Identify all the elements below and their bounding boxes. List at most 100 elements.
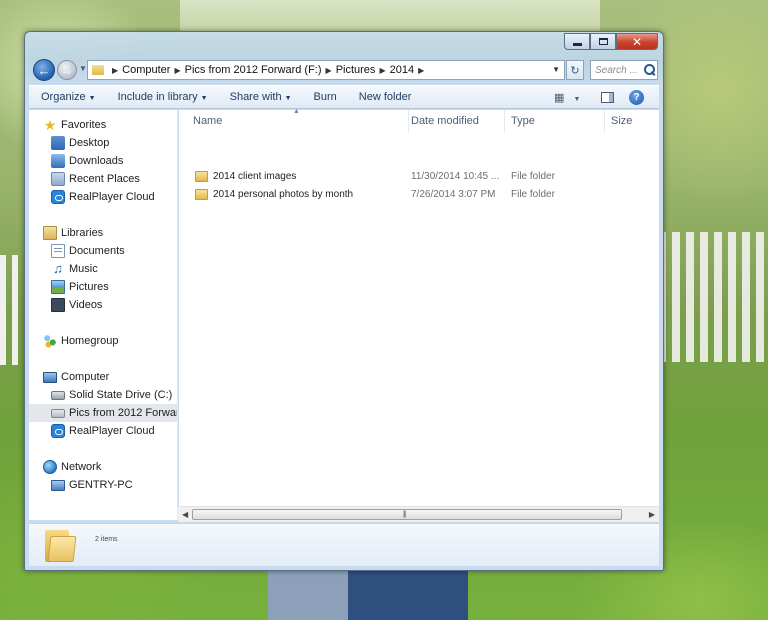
explorer-window: ✕ ← → ▼ ▶ Computer ▶ Pics from 2012 Forw… xyxy=(24,31,664,571)
chevron-right-icon[interactable]: ▶ xyxy=(326,66,332,75)
organize-label: Organize xyxy=(41,91,86,103)
background-fence xyxy=(658,232,768,362)
maximize-icon xyxy=(598,38,608,45)
recent-places-icon xyxy=(51,172,65,186)
sidebar-item-videos[interactable]: Videos xyxy=(51,296,102,314)
sidebar-item-homegroup[interactable]: Homegroup xyxy=(43,332,118,350)
refresh-button[interactable]: ↻ xyxy=(566,60,584,80)
sidebar-item-pictures[interactable]: Pictures xyxy=(51,278,109,296)
column-type[interactable]: Type xyxy=(505,110,605,132)
sidebar-item-gentry-pc[interactable]: GENTRY-PC xyxy=(51,476,133,494)
address-bar[interactable]: ▶ Computer ▶ Pics from 2012 Forward (F:)… xyxy=(87,60,565,80)
arrow-right-icon: → xyxy=(61,63,73,77)
close-icon: ✕ xyxy=(631,34,643,49)
burn-button[interactable]: Burn xyxy=(314,91,337,103)
sidebar-item-label: Documents xyxy=(69,245,125,257)
file-list: ▲ Name Date modified Type Size 2014 clie… xyxy=(179,108,659,520)
file-date-modified: 7/26/2014 3:07 PM xyxy=(411,188,496,200)
sidebar-item-desktop[interactable]: Desktop xyxy=(51,134,109,152)
include-in-library-label: Include in library xyxy=(117,91,198,103)
breadcrumb-2014[interactable]: 2014 xyxy=(390,64,414,76)
drive-icon xyxy=(51,390,65,400)
new-folder-button[interactable]: New folder xyxy=(359,91,412,103)
folder-icon xyxy=(45,528,77,563)
preview-pane-button[interactable] xyxy=(601,92,614,103)
minimize-button[interactable] xyxy=(564,33,590,50)
sidebar-item-label: GENTRY-PC xyxy=(69,479,133,491)
breadcrumb-drive[interactable]: Pics from 2012 Forward (F:) xyxy=(185,64,322,76)
column-size[interactable]: Size xyxy=(605,110,659,132)
sidebar-item-downloads[interactable]: Downloads xyxy=(51,152,123,170)
breadcrumb-pictures[interactable]: Pictures xyxy=(336,64,376,76)
scroll-right-icon[interactable]: ▶ xyxy=(649,510,655,519)
libraries-icon xyxy=(43,226,57,240)
folder-icon xyxy=(195,188,208,200)
grip-icon: ||| xyxy=(403,511,407,518)
folder-icon xyxy=(195,170,208,182)
sidebar-item-label: Videos xyxy=(69,299,103,311)
chevron-down-icon: ▼ xyxy=(284,95,292,102)
sidebar-item-label: RealPlayer Cloud xyxy=(69,191,155,203)
command-bar: Organize ▼ Include in library ▼ Share with… xyxy=(29,85,659,109)
forward-button[interactable]: → xyxy=(57,60,77,80)
change-view-button[interactable]: ▦ ▼ xyxy=(554,91,580,104)
scrollbar-thumb[interactable]: ||| xyxy=(192,509,622,520)
file-row[interactable]: 2014 personal photos by month 7/26/2014 … xyxy=(179,185,649,203)
file-name-cell: 2014 personal photos by month xyxy=(195,185,353,203)
videos-icon xyxy=(51,298,65,312)
computer-icon xyxy=(43,371,57,383)
sidebar-item-recent-places[interactable]: Recent Places xyxy=(51,170,140,188)
sidebar-item-pics-drive[interactable]: Pics from 2012 Forward (F:) xyxy=(29,404,177,422)
scroll-left-icon[interactable]: ◀ xyxy=(182,510,188,519)
sidebar-item-documents[interactable]: Documents xyxy=(51,242,125,260)
sidebar-item-network[interactable]: Network xyxy=(43,458,101,476)
sidebar-item-label: Pictures xyxy=(69,281,109,293)
sidebar-item-label: Downloads xyxy=(69,155,124,167)
sidebar-item-realplayer-cloud[interactable]: RealPlayer Cloud xyxy=(51,188,155,206)
share-with-button[interactable]: Share with ▼ xyxy=(230,91,292,103)
sidebar-item-label: Homegroup xyxy=(61,335,119,347)
search-icon xyxy=(643,63,657,77)
chevron-right-icon[interactable]: ▶ xyxy=(174,66,180,75)
sidebar-item-label: Favorites xyxy=(61,119,107,131)
file-type: File folder xyxy=(511,188,555,200)
address-history-dropdown[interactable]: ▼ xyxy=(552,65,560,74)
views-icon: ▦ xyxy=(554,92,565,104)
organize-button[interactable]: Organize ▼ xyxy=(41,91,96,103)
include-in-library-button[interactable]: Include in library ▼ xyxy=(118,91,208,103)
sidebar-item-computer[interactable]: Computer xyxy=(43,368,109,386)
music-icon: ♫ xyxy=(53,261,63,276)
navigation-pane: ★ Favorites Desktop Downloads Recent Plac… xyxy=(29,110,178,520)
arrow-left-icon: ← xyxy=(37,62,51,78)
file-date-modified: 11/30/2014 10:45 ... xyxy=(411,170,500,182)
search-placeholder: Search ... xyxy=(595,64,638,76)
chevron-right-icon[interactable]: ▶ xyxy=(418,66,424,75)
background-people xyxy=(268,568,468,620)
column-date-modified[interactable]: Date modified xyxy=(405,110,505,132)
file-name-cell: 2014 client images xyxy=(195,167,296,185)
sidebar-item-solid-state-drive[interactable]: Solid State Drive (C:) xyxy=(51,386,172,404)
help-button[interactable]: ? xyxy=(629,90,644,105)
sidebar-item-music[interactable]: ♫ Music xyxy=(51,260,98,278)
sidebar-item-realplayer-cloud-2[interactable]: RealPlayer Cloud xyxy=(51,422,155,440)
chevron-right-icon[interactable]: ▶ xyxy=(112,66,118,75)
sidebar-item-libraries[interactable]: Libraries xyxy=(43,224,103,242)
file-name: 2014 personal photos by month xyxy=(213,188,354,200)
folder-icon xyxy=(92,65,104,75)
pictures-icon xyxy=(51,280,65,294)
file-row[interactable]: 2014 client images 11/30/2014 10:45 ... … xyxy=(179,167,649,185)
breadcrumb-computer[interactable]: Computer xyxy=(122,64,170,76)
column-name[interactable]: Name xyxy=(187,110,409,132)
network-icon xyxy=(43,460,57,474)
search-input[interactable]: Search ... xyxy=(590,60,658,80)
close-button[interactable]: ✕ xyxy=(616,33,658,50)
back-button[interactable]: ← xyxy=(33,59,55,81)
desktop-icon xyxy=(51,136,65,150)
minimize-icon xyxy=(572,43,582,46)
horizontal-scrollbar[interactable]: ◀ ||| ▶ xyxy=(178,506,659,522)
background-trees xyxy=(180,0,600,34)
maximize-button[interactable] xyxy=(590,33,616,50)
chevron-right-icon[interactable]: ▶ xyxy=(379,66,385,75)
recent-pages-dropdown[interactable]: ▼ xyxy=(79,64,87,73)
sidebar-item-favorites[interactable]: ★ Favorites xyxy=(43,116,107,134)
